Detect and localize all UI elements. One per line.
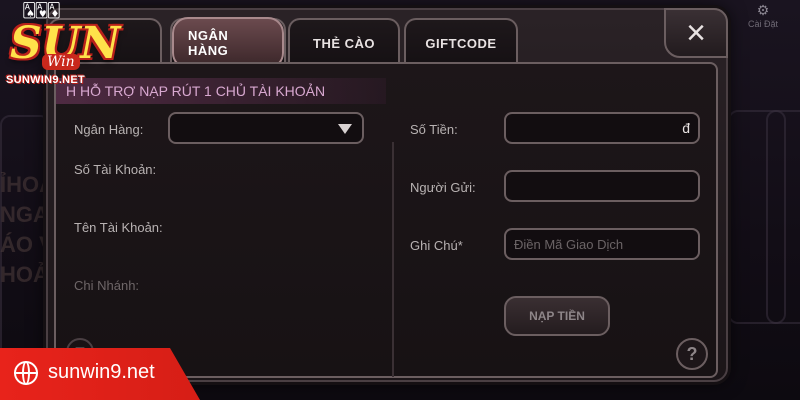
close-button[interactable]: × xyxy=(664,8,728,58)
tab-card-label: THẺ CÀO xyxy=(313,35,375,51)
account-name-label: Tên Tài Khoản: xyxy=(74,220,163,235)
tab-card[interactable]: THẺ CÀO xyxy=(288,18,400,66)
amount-input[interactable]: đ xyxy=(504,112,700,144)
logo-subtext: Win xyxy=(42,54,80,70)
notice-banner: H HỖ TRỢ NẠP RÚT 1 CHỦ TÀI KHOẢN xyxy=(56,78,386,104)
branch-label: Chi Nhánh: xyxy=(74,278,140,293)
sender-input[interactable] xyxy=(504,170,700,202)
playing-cards-icon: 🂡🂱🃁 xyxy=(22,2,61,18)
help-button[interactable]: ? xyxy=(676,338,708,370)
dropdown-arrow-icon xyxy=(338,124,352,134)
account-number-label: Số Tài Khoản: xyxy=(74,162,157,177)
amount-input-field[interactable] xyxy=(506,114,698,142)
amount-label: Số Tiền: xyxy=(410,122,458,137)
tab-bank[interactable]: NGÂN HÀNG xyxy=(170,17,286,69)
settings-label: Cài Đặt xyxy=(747,19,778,29)
deposit-modal: NGÂN HÀNG THẺ CÀO GIFTCODE × H HỖ TRỢ NẠ… xyxy=(46,8,728,382)
sender-input-field[interactable] xyxy=(506,172,698,200)
column-divider xyxy=(392,142,394,377)
gear-icon: ⚙ xyxy=(756,2,770,18)
deposit-submit-button[interactable]: NẠP TIỀN xyxy=(504,296,610,336)
currency-symbol: đ xyxy=(682,120,690,136)
banner-url: sunwin9.net xyxy=(48,361,155,383)
settings-button[interactable]: ⚙ Cài Đặt xyxy=(748,2,778,29)
sender-label: Người Gửi: xyxy=(410,180,476,195)
background-game-card-far-right xyxy=(766,110,800,324)
website-banner: sunwin9.net xyxy=(0,348,200,400)
note-input[interactable] xyxy=(504,228,700,260)
sunwin-logo: 🂡🂱🃁 SUN Win SUNWIN9.NET xyxy=(2,0,120,100)
tab-giftcode-label: GIFTCODE xyxy=(425,35,497,51)
note-label: Ghi Chú* xyxy=(410,238,463,253)
bank-select[interactable] xyxy=(168,112,364,144)
note-input-field[interactable] xyxy=(506,230,698,258)
globe-icon xyxy=(14,361,38,385)
bank-form-panel: H HỖ TRỢ NẠP RÚT 1 CHỦ TÀI KHOẢN Ngân Hà… xyxy=(54,62,718,378)
bank-label: Ngân Hàng: xyxy=(74,122,144,137)
question-icon: ? xyxy=(686,343,698,364)
tab-giftcode[interactable]: GIFTCODE xyxy=(404,18,518,66)
logo-domain: SUNWIN9.NET xyxy=(6,74,86,86)
close-icon: × xyxy=(686,13,706,52)
